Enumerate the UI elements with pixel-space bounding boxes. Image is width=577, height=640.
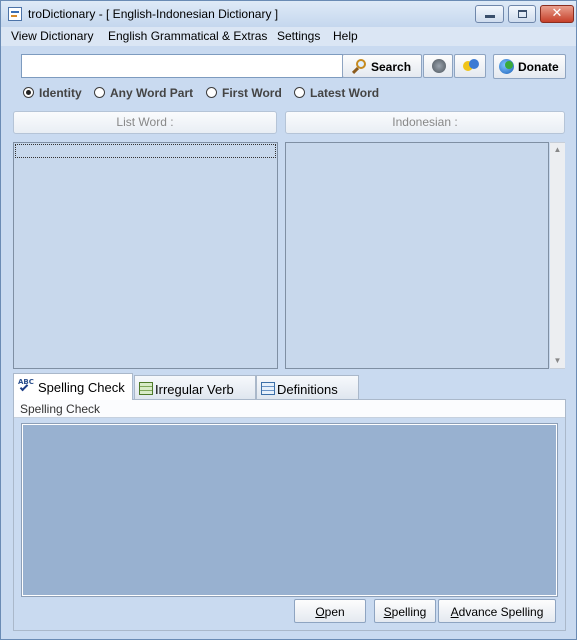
radio-indicator	[294, 87, 305, 98]
speaker-icon	[432, 59, 446, 73]
list-word-header[interactable]: List Word :	[13, 111, 277, 134]
radio-label: Identity	[39, 86, 82, 100]
advance-spelling-button[interactable]: Advance Spelling	[438, 599, 556, 623]
minimize-button[interactable]	[475, 5, 504, 23]
magnifier-icon	[351, 59, 367, 75]
tab-label: Spelling Check	[38, 380, 125, 395]
tab-spelling-check[interactable]: ABC Spelling Check	[13, 373, 133, 400]
tab-definitions[interactable]: Definitions	[256, 375, 359, 399]
close-button[interactable]: ✕	[540, 5, 574, 23]
panel-header: Spelling Check	[14, 400, 565, 418]
search-input[interactable]	[21, 54, 343, 78]
spelling-button-label: Spelling	[383, 605, 427, 619]
abc-check-icon: ABC	[18, 378, 34, 393]
open-button-label: Open	[315, 605, 345, 619]
translate-icon	[463, 59, 479, 73]
open-button[interactable]: Open	[294, 599, 366, 623]
translate-button[interactable]	[454, 54, 486, 78]
radio-label: First Word	[222, 86, 282, 100]
tab-label: Definitions	[277, 382, 338, 397]
menu-english-grammatical[interactable]: English Grammatical & Extras	[108, 29, 267, 43]
panel-title: Spelling Check	[20, 402, 101, 416]
spelling-check-panel: Spelling Check Open Spelling Advance Spe…	[13, 399, 566, 631]
list-icon	[261, 382, 275, 395]
advance-spelling-label: Advance Spelling	[450, 605, 544, 619]
word-list[interactable]	[13, 142, 278, 369]
app-window: troDictionary - [ English-Indonesian Dic…	[0, 0, 577, 640]
donate-button[interactable]: Donate	[493, 54, 566, 79]
menu-bar: View Dictionary English Grammatical & Ex…	[1, 27, 576, 46]
app-icon	[8, 7, 22, 21]
spreadsheet-icon	[139, 382, 153, 395]
maximize-button[interactable]	[508, 5, 536, 23]
radio-indicator	[206, 87, 217, 98]
scroll-up-icon[interactable]: ▲	[550, 143, 565, 157]
donate-globe-icon	[499, 59, 514, 74]
list-item[interactable]	[15, 144, 276, 158]
menu-help[interactable]: Help	[333, 29, 358, 43]
indonesian-header[interactable]: Indonesian :	[285, 111, 565, 134]
menu-settings[interactable]: Settings	[277, 29, 320, 43]
translation-box[interactable]	[285, 142, 549, 369]
donate-button-label: Donate	[518, 60, 559, 74]
search-button[interactable]: Search	[342, 54, 422, 78]
radio-label: Any Word Part	[110, 86, 194, 100]
translation-scrollbar[interactable]: ▲ ▼	[550, 142, 565, 369]
spelling-button[interactable]: Spelling	[374, 599, 436, 623]
radio-indicator	[23, 87, 34, 98]
maximize-icon	[518, 10, 527, 18]
search-button-label: Search	[371, 60, 412, 74]
close-icon: ✕	[551, 5, 563, 20]
title-bar[interactable]: troDictionary - [ English-Indonesian Dic…	[1, 1, 576, 27]
minimize-icon	[485, 15, 495, 18]
window-title: troDictionary - [ English-Indonesian Dic…	[28, 7, 279, 21]
radio-indicator	[94, 87, 105, 98]
radio-label: Latest Word	[310, 86, 380, 100]
menu-view-dictionary[interactable]: View Dictionary	[11, 29, 93, 43]
tab-label: Irregular Verb	[155, 382, 234, 397]
tab-irregular-verb[interactable]: Irregular Verb	[134, 375, 256, 399]
scroll-down-icon[interactable]: ▼	[550, 354, 565, 368]
pronounce-button[interactable]	[423, 54, 453, 78]
spelling-text-area[interactable]	[21, 423, 558, 597]
